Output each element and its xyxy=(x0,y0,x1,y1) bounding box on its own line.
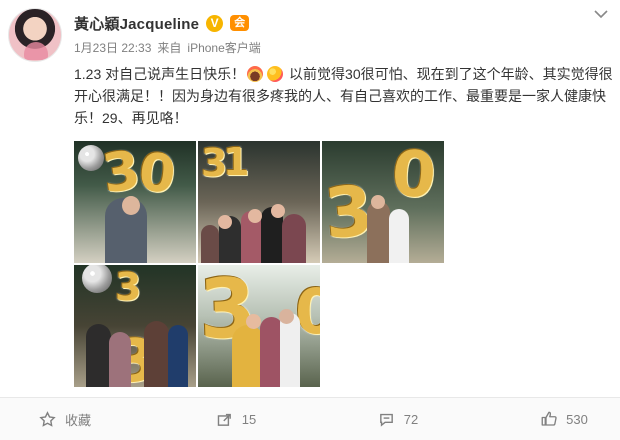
post-time[interactable]: 1月23日 22:33 xyxy=(74,39,151,56)
member-badge[interactable]: 会 xyxy=(230,15,250,31)
like-count: 530 xyxy=(566,411,588,427)
photo-2[interactable]: 3 1 xyxy=(198,141,320,263)
favorite-label: 收藏 xyxy=(64,412,91,428)
favorite-button[interactable]: 收藏 xyxy=(0,398,130,440)
photo-1[interactable]: 3 0 xyxy=(74,141,196,263)
like-button[interactable]: 530 xyxy=(525,398,603,440)
repost-button[interactable]: 15 xyxy=(198,398,274,440)
action-bar: 收藏 15 72 530 xyxy=(0,397,620,440)
verified-icon: V xyxy=(210,16,219,30)
name-row: 黃心穎Jacqueline V 会 xyxy=(74,13,250,34)
member-icon: 会 xyxy=(234,16,246,29)
star-icon xyxy=(39,410,57,428)
photo-5[interactable]: 3 0 xyxy=(198,265,320,387)
photo-3[interactable]: 3 0 xyxy=(322,141,444,263)
post-source[interactable]: iPhone客户端 xyxy=(187,39,260,56)
verified-badge[interactable]: V xyxy=(206,14,224,32)
repost-count: 15 xyxy=(241,411,257,427)
comment-icon xyxy=(378,410,396,428)
post-source-prefix: 来自 xyxy=(157,41,182,55)
post-meta: 1月23日 22:33 来自 iPhone客户端 xyxy=(74,39,261,56)
photo-4[interactable]: 3 3 xyxy=(74,265,196,387)
avatar[interactable] xyxy=(8,8,62,62)
party-face-icon xyxy=(267,66,284,82)
comment-button[interactable]: 72 xyxy=(363,398,433,440)
photo-grid: 3 0 3 1 3 0 3 3 3 0 xyxy=(74,141,444,391)
thumbs-up-icon xyxy=(540,410,558,428)
post-text-part-1: 1.23 对自己说声生日快乐！ xyxy=(74,66,246,82)
birthday-cake-icon xyxy=(247,66,264,82)
username[interactable]: 黃心穎Jacqueline xyxy=(74,13,199,34)
post-text: 1.23 对自己说声生日快乐！ 以前觉得30很可怕、现在到了这个年龄、其实觉得很… xyxy=(74,63,614,129)
share-icon xyxy=(216,410,234,428)
chevron-down-icon[interactable] xyxy=(592,6,610,22)
comment-count: 72 xyxy=(403,411,419,427)
